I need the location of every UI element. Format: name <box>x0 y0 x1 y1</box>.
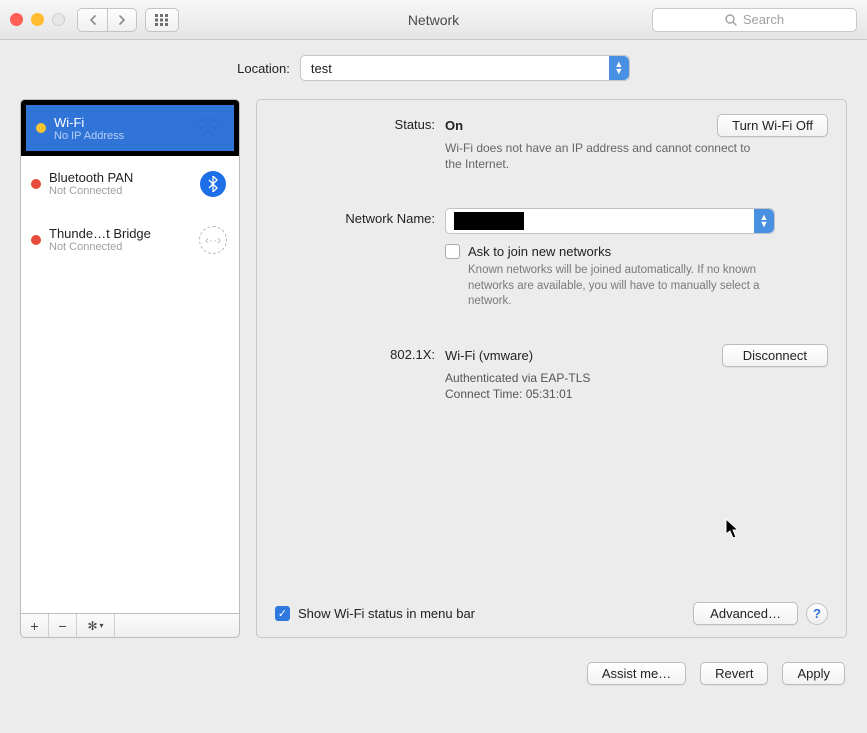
search-field[interactable]: Search <box>652 8 857 32</box>
minimize-window-button[interactable] <box>31 13 44 26</box>
status-value: On <box>445 118 463 133</box>
sidebar-item-title: Bluetooth PAN <box>49 170 197 185</box>
status-help-text: Wi-Fi does not have an IP address and ca… <box>445 141 765 172</box>
help-icon: ? <box>813 606 821 621</box>
status-dot-icon <box>31 235 41 245</box>
add-interface-button[interactable]: + <box>21 614 49 637</box>
ask-to-join-label: Ask to join new networks <box>468 244 611 259</box>
detail-panel: Status: On Turn Wi-Fi Off Wi-Fi does not… <box>256 99 847 638</box>
ask-to-join-checkbox[interactable] <box>445 244 460 259</box>
ask-to-join-help: Known networks will be joined automatica… <box>468 263 778 310</box>
traffic-lights <box>10 13 65 26</box>
eap-auth-text: Authenticated via EAP-TLS <box>445 370 828 386</box>
sidebar-item-title: Wi-Fi <box>54 115 192 130</box>
close-window-button[interactable] <box>10 13 23 26</box>
search-placeholder: Search <box>743 12 784 27</box>
status-dot-icon <box>36 123 46 133</box>
chevron-down-icon: ▾ <box>100 621 104 630</box>
network-name-value <box>454 212 524 230</box>
sidebar-item-title: Thunde…t Bridge <box>49 226 197 241</box>
wifi-toggle-button[interactable]: Turn Wi-Fi Off <box>717 114 828 137</box>
window-titlebar: Network Search <box>0 0 867 40</box>
remove-interface-button[interactable]: − <box>49 614 77 637</box>
status-label: Status: <box>275 114 445 172</box>
bluetooth-icon <box>200 171 226 197</box>
location-value: test <box>311 61 332 76</box>
sidebar-item-subtitle: No IP Address <box>54 130 192 142</box>
thunderbolt-bridge-icon: ‹··› <box>199 226 227 254</box>
eap-profile-name: Wi-Fi (vmware) <box>445 348 533 363</box>
sidebar-item-subtitle: Not Connected <box>49 185 197 197</box>
eap-disconnect-button[interactable]: Disconnect <box>722 344 828 367</box>
back-button[interactable] <box>77 8 107 32</box>
window-title: Network <box>408 12 459 28</box>
status-dot-icon <box>31 179 41 189</box>
search-icon <box>725 14 737 26</box>
interface-list: Wi-Fi No IP Address <box>20 99 240 614</box>
location-select[interactable]: test ▲▼ <box>300 55 630 81</box>
sidebar-item-subtitle: Not Connected <box>49 241 197 253</box>
network-name-label: Network Name: <box>275 208 445 234</box>
chevron-left-icon <box>89 15 97 25</box>
help-button[interactable]: ? <box>806 603 828 625</box>
show-wifi-status-checkbox[interactable]: ✓ <box>275 606 290 621</box>
eap-connect-time: Connect Time: 05:31:01 <box>445 386 828 402</box>
show-all-button[interactable] <box>145 8 179 32</box>
select-stepper-icon: ▲▼ <box>754 209 774 233</box>
advanced-button[interactable]: Advanced… <box>693 602 798 625</box>
select-stepper-icon: ▲▼ <box>609 56 629 80</box>
chevron-right-icon <box>118 15 126 25</box>
sidebar-item-thunderbolt-bridge[interactable]: Thunde…t Bridge Not Connected ‹··› <box>21 212 239 268</box>
show-wifi-status-label: Show Wi-Fi status in menu bar <box>298 606 475 621</box>
sidebar-toolbar: + − ✻▾ <box>20 614 240 638</box>
sidebar-item-wifi[interactable]: Wi-Fi No IP Address <box>21 100 239 156</box>
network-name-select[interactable]: ▲▼ <box>445 208 775 234</box>
nav-buttons <box>77 8 137 32</box>
zoom-window-button[interactable] <box>52 13 65 26</box>
forward-button[interactable] <box>107 8 137 32</box>
revert-button[interactable]: Revert <box>700 662 768 685</box>
eap-label: 802.1X: <box>275 344 445 402</box>
apply-button[interactable]: Apply <box>782 662 845 685</box>
assist-me-button[interactable]: Assist me… <box>587 662 686 685</box>
interface-action-menu[interactable]: ✻▾ <box>77 614 115 637</box>
gear-icon: ✻ <box>87 619 97 633</box>
wifi-icon <box>193 115 223 141</box>
location-label: Location: <box>237 61 290 76</box>
footer-buttons: Assist me… Revert Apply <box>0 648 867 703</box>
grid-icon <box>155 14 169 26</box>
sidebar-item-bluetooth-pan[interactable]: Bluetooth PAN Not Connected <box>21 156 239 212</box>
